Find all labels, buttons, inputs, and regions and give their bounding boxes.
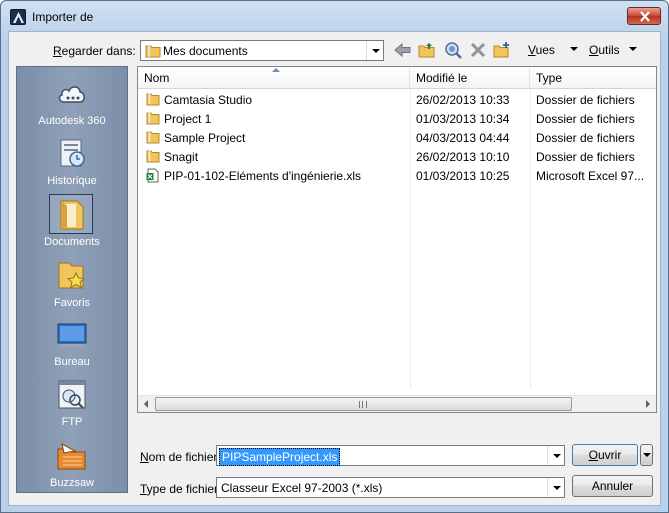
delete-icon[interactable] bbox=[468, 40, 488, 60]
back-arrow-icon[interactable] bbox=[393, 40, 413, 60]
places-sidebar: Autodesk 360 Historique Documents Favori… bbox=[16, 66, 128, 493]
sidebar-item-label: FTP bbox=[61, 416, 83, 428]
sidebar-item-autodesk-360[interactable]: Autodesk 360 bbox=[17, 77, 127, 137]
file-type: Dossier de fichiers bbox=[536, 112, 635, 126]
file-name: Project 1 bbox=[164, 112, 212, 126]
file-date: 01/03/2013 10:34 bbox=[416, 112, 510, 126]
filename-input[interactable]: PIPSampleProject.xls bbox=[216, 445, 565, 466]
column-header-date[interactable]: Modifié le bbox=[410, 67, 530, 89]
filetype-label: Type de fichier: bbox=[140, 482, 222, 496]
file-date: 26/02/2013 10:33 bbox=[416, 93, 510, 107]
look-in-dropdown-arrow[interactable] bbox=[366, 41, 383, 60]
folder-icon bbox=[146, 149, 160, 166]
file-type: Microsoft Excel 97... bbox=[536, 169, 645, 183]
sort-ascending-icon bbox=[272, 68, 280, 72]
sidebar-item-buzzsaw[interactable]: Buzzsaw bbox=[17, 439, 127, 499]
documents-folder-icon bbox=[55, 198, 89, 232]
favorites-folder-icon bbox=[55, 259, 89, 293]
sidebar-item-label: Autodesk 360 bbox=[38, 115, 106, 127]
scroll-right-arrow-icon[interactable] bbox=[639, 396, 656, 412]
open-options-dropdown-button[interactable] bbox=[640, 444, 653, 466]
excel-file-icon bbox=[146, 168, 160, 186]
table-row[interactable]: Project 1 01/03/2013 10:34 Dossier de fi… bbox=[138, 109, 656, 128]
table-row[interactable]: Camtasia Studio 26/02/2013 10:33 Dossier… bbox=[138, 90, 656, 109]
sidebar-item-favoris[interactable]: Favoris bbox=[17, 259, 127, 319]
buzzsaw-icon bbox=[55, 439, 89, 473]
cancel-button[interactable]: Annuler bbox=[572, 475, 653, 497]
new-folder-icon[interactable] bbox=[492, 40, 512, 60]
file-date: 26/02/2013 10:10 bbox=[416, 150, 510, 164]
sidebar-item-label: Documents bbox=[44, 236, 100, 248]
sidebar-item-label: Favoris bbox=[53, 297, 91, 309]
look-in-value: Mes documents bbox=[163, 44, 248, 58]
open-button[interactable]: Ouvrir bbox=[572, 444, 638, 466]
filetype-value: Classeur Excel 97-2003 (*.xls) bbox=[221, 481, 383, 495]
views-dropdown-arrow[interactable] bbox=[570, 47, 578, 51]
folder-icon bbox=[145, 44, 161, 61]
ftp-icon bbox=[55, 378, 89, 412]
table-row[interactable]: PIP-01-102-Eléments d'ingénierie.xls 01/… bbox=[138, 166, 656, 185]
filename-value: PIPSampleProject.xls bbox=[219, 448, 341, 466]
sidebar-item-label: Historique bbox=[47, 175, 97, 187]
file-type: Dossier de fichiers bbox=[536, 93, 635, 107]
sidebar-item-label: Buzzsaw bbox=[49, 477, 95, 489]
file-type: Dossier de fichiers bbox=[536, 131, 635, 145]
column-header-type[interactable]: Type bbox=[530, 67, 656, 89]
folder-icon bbox=[146, 92, 160, 109]
table-row[interactable]: Snagit 26/02/2013 10:10 Dossier de fichi… bbox=[138, 147, 656, 166]
filename-label: Nom de fichier: bbox=[140, 450, 221, 464]
title-bar[interactable]: Importer de bbox=[1, 1, 668, 31]
folder-icon bbox=[146, 130, 160, 147]
file-list[interactable]: Nom Modifié le Type Camtasia Studio 26/0… bbox=[137, 66, 657, 413]
file-rows: Camtasia Studio 26/02/2013 10:33 Dossier… bbox=[138, 90, 656, 185]
sidebar-item-ftp[interactable]: FTP bbox=[17, 378, 127, 438]
grip-icon bbox=[359, 401, 367, 408]
tools-dropdown-arrow[interactable] bbox=[629, 47, 637, 51]
file-date: 04/03/2013 04:44 bbox=[416, 131, 510, 145]
folder-icon bbox=[146, 111, 160, 128]
file-date: 01/03/2013 10:25 bbox=[416, 169, 510, 183]
dialog-body: Regarder dans: Mes documents Vues Outils bbox=[8, 31, 661, 506]
look-in-combo[interactable]: Mes documents bbox=[140, 40, 384, 61]
table-row[interactable]: Sample Project 04/03/2013 04:44 Dossier … bbox=[138, 128, 656, 147]
tools-menu[interactable]: Outils bbox=[589, 43, 620, 57]
file-type: Dossier de fichiers bbox=[536, 150, 635, 164]
history-icon bbox=[55, 137, 89, 171]
up-folder-icon[interactable] bbox=[417, 40, 437, 60]
filename-dropdown-arrow[interactable] bbox=[547, 446, 564, 465]
horizontal-scrollbar[interactable] bbox=[138, 395, 656, 412]
sidebar-item-historique[interactable]: Historique bbox=[17, 137, 127, 197]
file-name: PIP-01-102-Eléments d'ingénierie.xls bbox=[164, 169, 362, 183]
sidebar-item-documents[interactable]: Documents bbox=[17, 194, 127, 258]
dialog-window: Importer de Regarder dans: Mes documents bbox=[0, 0, 669, 513]
desktop-icon bbox=[55, 318, 89, 352]
filetype-dropdown-arrow[interactable] bbox=[547, 478, 564, 497]
scroll-left-arrow-icon[interactable] bbox=[138, 396, 155, 412]
file-name: Snagit bbox=[164, 150, 199, 164]
search-web-icon[interactable] bbox=[443, 40, 463, 60]
look-in-label: Regarder dans: bbox=[53, 44, 136, 58]
sidebar-item-bureau[interactable]: Bureau bbox=[17, 318, 127, 378]
close-button[interactable] bbox=[627, 7, 661, 25]
views-menu[interactable]: Vues bbox=[528, 43, 555, 57]
sidebar-item-label: Bureau bbox=[54, 356, 90, 368]
file-name: Sample Project bbox=[164, 131, 246, 145]
file-name: Camtasia Studio bbox=[164, 93, 253, 107]
file-list-header: Nom Modifié le Type bbox=[138, 67, 656, 89]
window-title: Importer de bbox=[32, 10, 94, 24]
autocad-logo-icon bbox=[10, 9, 26, 25]
filetype-select[interactable]: Classeur Excel 97-2003 (*.xls) bbox=[216, 477, 565, 498]
cloud-icon bbox=[55, 77, 89, 111]
scrollbar-thumb[interactable] bbox=[155, 397, 572, 411]
